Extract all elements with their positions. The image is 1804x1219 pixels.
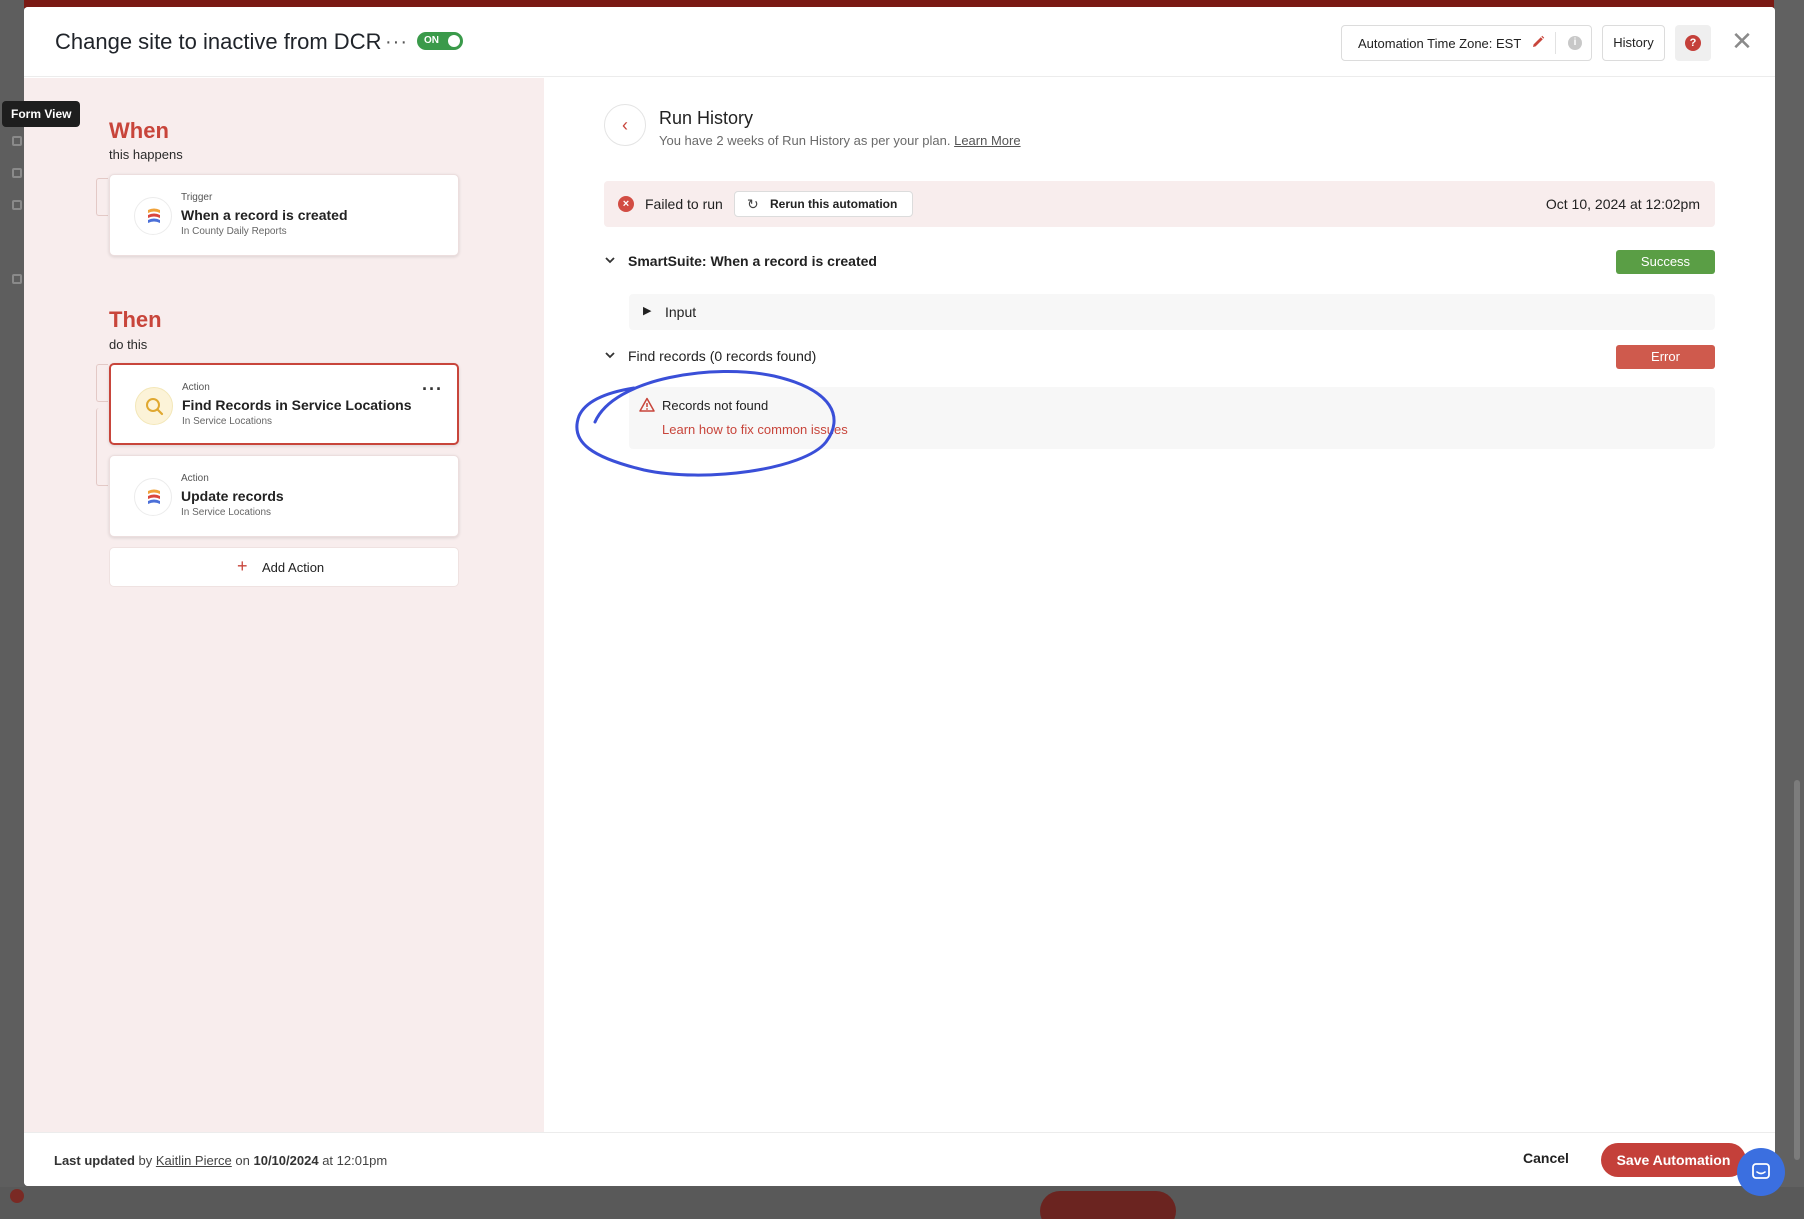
action-source: In Service Locations	[182, 416, 273, 427]
caret-right-icon: ▶	[643, 305, 652, 317]
background-sidebar	[0, 0, 24, 1219]
background-icon	[12, 168, 22, 178]
run-history-panel: ‹ Run History You have 2 weeks of Run Hi…	[544, 78, 1775, 1132]
plus-icon: +	[237, 556, 248, 576]
modal-footer: Last updated by Kaitlin Pierce on 10/10/…	[24, 1132, 1775, 1186]
background-icon	[12, 200, 22, 210]
action-name: Find Records in Service Locations	[182, 397, 412, 413]
help-icon: ?	[1685, 35, 1701, 51]
run-status-text: Failed to run	[645, 196, 723, 212]
run-timestamp: Oct 10, 2024 at 12:02pm	[1545, 196, 1700, 212]
background-badge	[10, 1189, 24, 1203]
status-badge: Success	[1616, 250, 1715, 274]
then-heading: Then	[109, 307, 162, 332]
refresh-icon: ↻	[747, 196, 759, 212]
automation-title[interactable]: Change site to inactive from DCR	[55, 29, 381, 55]
toggle-label: ON	[424, 35, 439, 46]
by-text: by	[138, 1153, 153, 1168]
help-button[interactable]: ?	[1675, 25, 1711, 61]
connector-line	[96, 364, 108, 402]
trigger-name: When a record is created	[181, 207, 348, 223]
then-subheading: do this	[109, 337, 148, 352]
input-label: Input	[665, 304, 697, 320]
action-source: In Service Locations	[181, 507, 272, 518]
learn-more-link[interactable]: Learn More	[954, 133, 1020, 148]
on-text: on	[235, 1153, 250, 1168]
background-scrollbar	[1794, 780, 1800, 1160]
error-circle-icon: ×	[618, 196, 634, 212]
step-name: SmartSuite: When a record is created	[628, 253, 877, 269]
timezone-label: Automation Time Zone: EST	[1358, 36, 1522, 51]
status-badge: Error	[1616, 345, 1715, 369]
close-icon[interactable]: ✕	[1727, 27, 1757, 57]
chevron-down-icon[interactable]	[604, 253, 616, 269]
form-view-tooltip: Form View	[2, 101, 81, 127]
history-button[interactable]: History	[1602, 25, 1665, 61]
rerun-automation-button[interactable]: ↻ Rerun this automation	[734, 191, 913, 217]
action-card-update-records[interactable]: Action Update records In Service Locatio…	[109, 455, 459, 537]
connector-line	[96, 408, 108, 486]
run-status-bar: × Failed to run ↻ Rerun this automation …	[604, 181, 1715, 227]
search-icon	[135, 387, 173, 425]
user-link[interactable]: Kaitlin Pierce	[156, 1153, 232, 1168]
title-more-icon[interactable]: ···	[385, 31, 408, 54]
timezone-divider	[1555, 32, 1556, 54]
connector-line	[96, 178, 108, 216]
trigger-source: In County Daily Reports	[181, 226, 287, 237]
updated-time: at 12:01pm	[322, 1153, 388, 1168]
run-history-title: Run History	[659, 108, 754, 128]
plan-text: You have 2 weeks of Run History as per y…	[659, 133, 951, 148]
rerun-label: Rerun this automation	[770, 197, 898, 211]
background-footer	[0, 1187, 1804, 1219]
cancel-button[interactable]: Cancel	[1523, 1150, 1569, 1166]
action-card-find-records[interactable]: Action Find Records in Service Locations…	[109, 363, 459, 445]
last-updated-info: Last updated by Kaitlin Pierce on 10/10/…	[54, 1153, 387, 1168]
info-icon[interactable]: i	[1568, 36, 1582, 50]
background-right-area	[1774, 0, 1804, 1219]
timezone-button[interactable]: Automation Time Zone: EST i	[1341, 25, 1592, 61]
action-kind: Action	[181, 473, 209, 484]
automation-on-toggle[interactable]: ON	[417, 32, 463, 50]
modal-header: Change site to inactive from DCR ··· ON …	[24, 7, 1775, 77]
run-step-trigger[interactable]: SmartSuite: When a record is created Suc…	[604, 250, 1715, 274]
updated-date: 10/10/2024	[253, 1153, 319, 1168]
add-action-label: Add Action	[262, 560, 325, 575]
last-updated-label: Last updated	[54, 1153, 135, 1168]
input-expander[interactable]: ▶ Input	[629, 294, 1715, 330]
action-kind: Action	[182, 382, 210, 393]
trigger-kind: Trigger	[181, 192, 213, 203]
chat-support-button[interactable]	[1737, 1148, 1785, 1196]
run-history-subtitle: You have 2 weeks of Run History as per y…	[659, 133, 1021, 148]
chat-icon	[1752, 1163, 1770, 1179]
card-more-icon[interactable]: ···	[422, 379, 443, 400]
action-name: Update records	[181, 488, 284, 504]
trigger-card[interactable]: Trigger When a record is created In Coun…	[109, 174, 459, 256]
when-heading: When	[109, 118, 169, 143]
automation-modal: Change site to inactive from DCR ··· ON …	[24, 7, 1775, 1186]
workflow-panel: When this happens Trigger When a record …	[24, 78, 544, 1132]
save-automation-button[interactable]: Save Automation	[1601, 1143, 1746, 1177]
background-submit-button	[1040, 1191, 1176, 1219]
toggle-knob	[448, 35, 460, 47]
smartsuite-logo-icon	[134, 478, 172, 516]
background-icon	[12, 136, 22, 146]
back-button[interactable]: ‹	[604, 104, 646, 146]
smartsuite-logo-icon	[134, 197, 172, 235]
hand-drawn-circle-annotation	[575, 370, 836, 477]
pencil-icon[interactable]	[1530, 34, 1546, 50]
background-icon	[12, 274, 22, 284]
when-subheading: this happens	[109, 147, 183, 162]
add-action-button[interactable]: + Add Action	[109, 547, 459, 587]
